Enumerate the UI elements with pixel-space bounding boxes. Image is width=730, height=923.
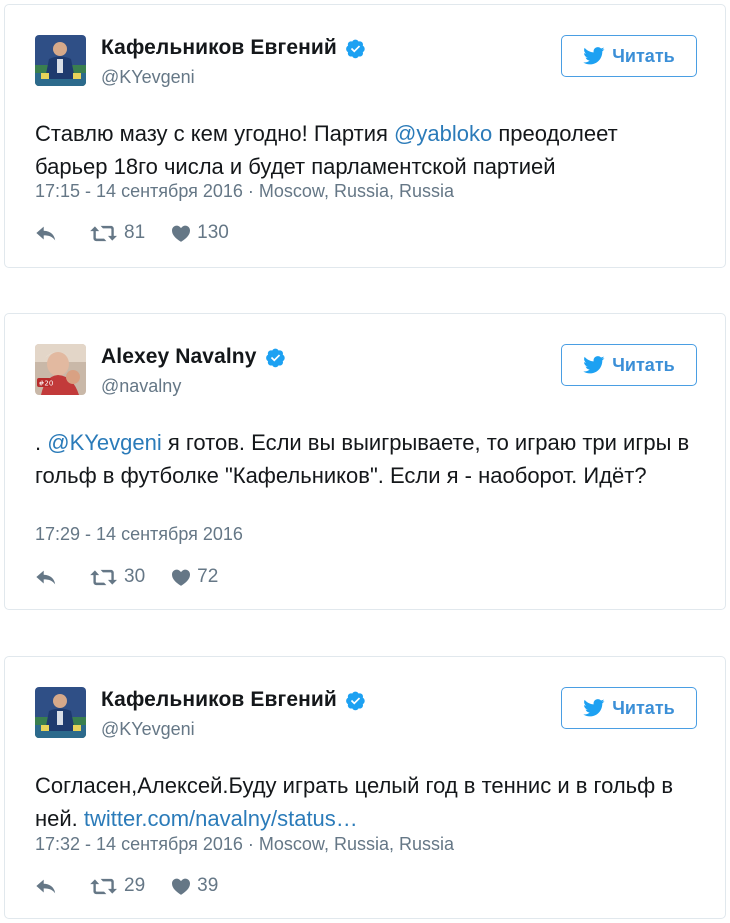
like-button[interactable]: 39 [171,875,218,897]
heart-icon [171,224,191,242]
reply-icon [35,878,57,895]
tweet-text-part: Ставлю мазу с кем угодно! Партия [35,121,395,146]
twitter-bird-icon [583,699,605,717]
follow-button-label: Читать [612,697,675,718]
avatar[interactable] [35,35,86,86]
heart-icon [171,877,191,895]
retweet-icon [89,224,118,243]
twitter-bird-icon [583,47,605,65]
follow-button[interactable]: Читать [561,687,697,729]
verified-badge-icon [345,38,366,59]
retweet-count: 81 [124,222,146,243]
author-name-row[interactable]: Кафельников Евгений [101,688,366,712]
tweet-card: Кафельников Евгений @KYevgeni Читать Сог… [4,656,726,919]
reply-button[interactable] [35,878,57,895]
tweet-meta: 17:15 - 14 сентября 2016 · Moscow, Russi… [35,181,454,202]
verified-badge-icon [345,690,366,711]
retweet-count: 30 [124,566,146,587]
timestamp-link[interactable]: 17:15 - 14 сентября 2016 [35,181,243,201]
retweet-icon [89,568,118,587]
mention-link[interactable]: @KYevgeni [47,430,162,455]
author-name-row[interactable]: Alexey Navalny [101,345,286,369]
reply-icon [35,569,57,586]
follow-button[interactable]: Читать [561,35,697,77]
location-text: · Moscow, Russia, Russia [242,834,454,854]
timestamp-link[interactable]: 17:32 - 14 сентября 2016 [35,834,243,854]
heart-icon [171,568,191,586]
author-handle[interactable]: @KYevgeni [101,719,195,740]
like-button[interactable]: 72 [171,566,218,588]
tweet-card: Кафельников Евгений @KYevgeni Читать Ста… [4,4,726,268]
author-name-row[interactable]: Кафельников Евгений [101,36,366,60]
tweet-meta: 17:32 - 14 сентября 2016 · Moscow, Russi… [35,834,454,855]
follow-button-label: Читать [612,45,675,66]
like-button[interactable]: 130 [171,222,229,244]
retweet-button[interactable]: 29 [89,875,145,897]
author-display-name[interactable]: Кафельников Евгений [101,36,337,60]
tweet-text: Согласен,Алексей.Буду играть целый год в… [35,769,695,835]
tweet-actions: 29 39 [35,875,218,897]
tweet-card: Alexey Navalny @navalny Читать . @KYevge… [4,313,726,610]
avatar[interactable] [35,687,86,738]
like-count: 130 [197,222,229,243]
tweet-meta: 17:29 - 14 сентября 2016 [35,524,243,545]
retweet-button[interactable]: 30 [89,566,145,588]
tweet-text: Ставлю мазу с кем угодно! Партия @yablok… [35,117,695,183]
retweet-icon [89,877,118,896]
like-count: 39 [197,875,219,896]
retweet-button[interactable]: 81 [89,222,145,244]
tweet-actions: 81 130 [35,222,229,244]
reply-button[interactable] [35,569,57,586]
author-display-name[interactable]: Кафельников Евгений [101,688,337,712]
follow-button[interactable]: Читать [561,344,697,386]
tweet-text-part: . [35,430,48,455]
follow-button-label: Читать [612,354,675,375]
author-handle[interactable]: @navalny [101,376,181,397]
tweet-text: . @KYevgeni я готов. Если вы выигрываете… [35,426,695,492]
verified-badge-icon [265,347,286,368]
status-link[interactable]: twitter.com/navalny/status… [84,806,358,831]
timestamp-link[interactable]: 17:29 - 14 сентября 2016 [35,524,243,544]
tweet-actions: 30 72 [35,566,218,588]
reply-button[interactable] [35,225,57,242]
reply-icon [35,225,57,242]
location-text: · Moscow, Russia, Russia [242,181,454,201]
like-count: 72 [197,566,219,587]
retweet-count: 29 [124,875,146,896]
author-display-name[interactable]: Alexey Navalny [101,345,257,369]
twitter-bird-icon [583,356,605,374]
avatar[interactable] [35,344,86,395]
author-handle[interactable]: @KYevgeni [101,67,195,88]
mention-link[interactable]: @yabloko [394,121,492,146]
